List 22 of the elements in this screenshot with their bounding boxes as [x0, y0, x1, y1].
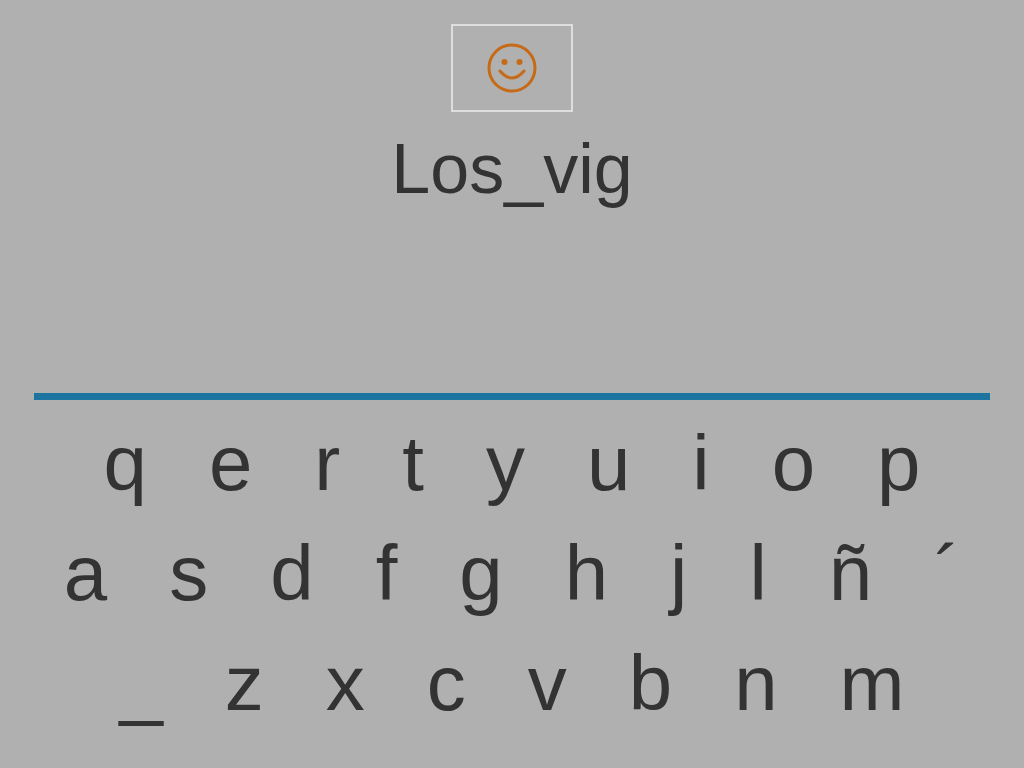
keyboard-key[interactable]: e — [208, 424, 253, 502]
keyboard-key[interactable]: u — [586, 424, 631, 502]
keyboard-key[interactable]: m — [839, 644, 905, 722]
keyboard-key[interactable]: s — [169, 534, 209, 612]
keyboard-key[interactable]: n — [734, 644, 778, 722]
smiley-icon — [487, 43, 537, 93]
keyboard-key[interactable]: z — [224, 644, 264, 722]
keyboard-key[interactable]: d — [270, 534, 314, 612]
keyboard-key[interactable]: c — [426, 644, 466, 722]
keyboard-key[interactable]: h — [564, 534, 609, 612]
keyboard-key[interactable]: r — [314, 424, 341, 502]
keyboard-key[interactable]: v — [527, 644, 567, 722]
keyboard-key[interactable]: ´ — [934, 534, 961, 612]
keyboard-key[interactable]: f — [375, 534, 398, 612]
keyboard-key[interactable]: b — [628, 644, 673, 722]
keyboard-key[interactable]: a — [63, 534, 108, 612]
keyboard-key[interactable]: l — [749, 534, 767, 612]
keyboard-key[interactable]: o — [771, 424, 816, 502]
keyboard-key[interactable]: x — [325, 644, 365, 722]
keyboard-key[interactable]: t — [402, 424, 424, 502]
keyboard-key[interactable]: ñ — [828, 534, 873, 612]
keyboard-key[interactable]: i — [692, 424, 710, 502]
